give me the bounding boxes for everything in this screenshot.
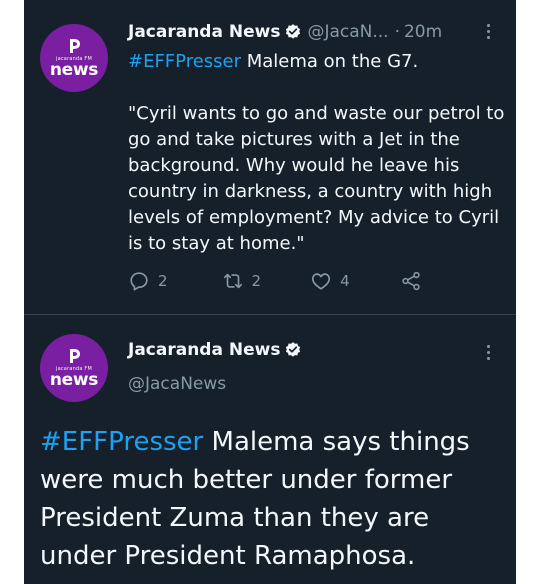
like-count: 4: [340, 272, 350, 290]
share-button[interactable]: [400, 270, 422, 292]
tweet-text: #EFFPresser Malema says things were much…: [40, 423, 510, 575]
hashtag-link[interactable]: #EFFPresser: [40, 427, 203, 457]
reply-button[interactable]: 2: [128, 270, 168, 292]
retweet-button[interactable]: 2: [222, 270, 262, 292]
reply-count: 2: [158, 272, 168, 290]
tweet-actions: 2 2 4: [128, 270, 422, 292]
tweet-header: Jacaranda News @JacaN... · 20m: [128, 20, 442, 44]
tweet-header: Jacaranda News: [128, 338, 307, 362]
timeline: jacaranda FM news Jacaranda News @JacaN.…: [24, 0, 516, 584]
hashtag-link[interactable]: #EFFPresser: [128, 51, 241, 72]
avatar-news-text: news: [49, 369, 99, 390]
avatar-brand-text: jacaranda FM: [56, 365, 92, 372]
tweet-time[interactable]: 20m: [404, 20, 442, 44]
avatar[interactable]: jacaranda FM news: [40, 334, 108, 402]
avatar-brand-text: jacaranda FM: [56, 55, 92, 62]
verified-badge-icon: [286, 342, 301, 357]
avatar-news-text: news: [49, 59, 99, 80]
verified-badge-icon: [286, 24, 301, 39]
retweet-count: 2: [251, 272, 262, 290]
tweet-text: #EFFPresser Malema on the G7.: [128, 49, 508, 75]
tweet-text-body: Malema on the G7.: [241, 51, 419, 72]
heart-icon: [312, 273, 331, 290]
share-icon: [401, 271, 420, 291]
more-options-icon[interactable]: [487, 345, 493, 363]
retweet-icon: [223, 273, 242, 289]
tweet-quote: "Cyril wants to go and waste our petrol …: [128, 103, 505, 254]
more-options-icon[interactable]: [487, 24, 493, 42]
time-separator: ·: [394, 22, 400, 42]
avatar[interactable]: jacaranda FM news: [40, 24, 108, 92]
jacaranda-logo-icon: [70, 38, 80, 53]
author-handle[interactable]: @JacaN...: [307, 20, 388, 44]
tweet-divider: [24, 314, 516, 315]
reply-icon: [130, 272, 148, 291]
jacaranda-logo-icon: [70, 348, 80, 363]
author-name[interactable]: Jacaranda News: [128, 20, 280, 44]
author-handle[interactable]: @JacaNews: [128, 372, 226, 396]
like-button[interactable]: 4: [310, 270, 350, 292]
author-name[interactable]: Jacaranda News: [128, 338, 280, 362]
